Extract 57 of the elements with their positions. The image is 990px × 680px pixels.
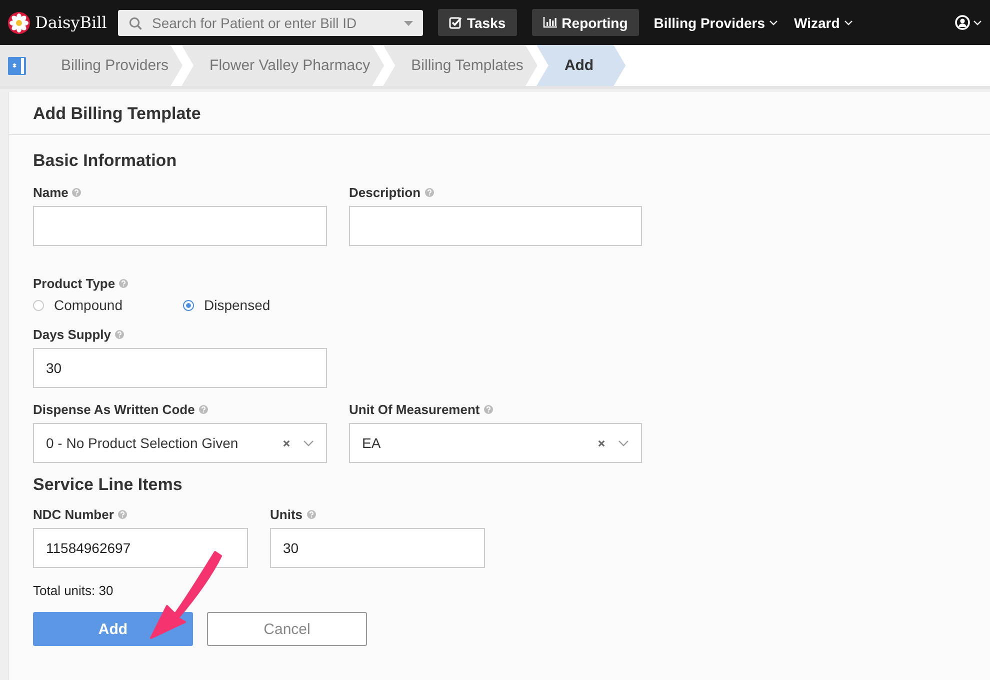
reporting-button[interactable]: Reporting: [532, 9, 639, 36]
form-title: Add Billing Template: [9, 92, 990, 135]
clear-icon[interactable]: [598, 440, 605, 446]
checkbox-icon: [449, 16, 462, 29]
chevron-down-icon[interactable]: [303, 440, 314, 446]
chevron-down-icon: [844, 20, 853, 26]
help-icon: [119, 279, 128, 288]
help-icon: [115, 330, 124, 339]
chevron-down-icon: [973, 20, 982, 26]
select-field[interactable]: 0 - No Product Selection Given: [33, 423, 327, 463]
brand-name[interactable]: DaisyBill: [35, 13, 107, 32]
days-supply-field[interactable]: 30: [33, 348, 327, 388]
field-label: Dispense As Written Code: [33, 402, 195, 417]
total-units: Total units: 30: [33, 583, 114, 598]
help-icon: [484, 405, 493, 414]
book-icon[interactable]: [7, 56, 27, 76]
select-field[interactable]: EA: [349, 423, 642, 463]
name-field[interactable]: [33, 206, 327, 246]
section-heading: Basic Information: [33, 151, 178, 171]
units-field[interactable]: 30: [270, 528, 485, 568]
help-icon: [198, 405, 208, 414]
help-icon: [424, 188, 434, 197]
field-label: NDC Number: [33, 507, 114, 522]
bar-chart-icon: [542, 17, 557, 28]
chevron-down-icon: [769, 20, 778, 26]
clear-icon[interactable]: [283, 440, 290, 446]
cancel-button[interactable]: Cancel: [207, 612, 367, 646]
field-label: Name: [33, 185, 68, 200]
radio-label[interactable]: Compound: [54, 297, 122, 313]
nav-menu[interactable]: Wizard: [794, 14, 853, 30]
description-field[interactable]: [349, 206, 642, 246]
help-icon: [118, 510, 127, 519]
help-icon: [72, 188, 82, 197]
section-heading: Service Line Items: [33, 475, 184, 495]
daisy-icon: [8, 12, 30, 34]
user-icon: [955, 15, 970, 30]
field-label: Unit Of Measurement: [349, 402, 480, 417]
breadcrumb-item[interactable]: Billing Templates: [383, 45, 538, 86]
search-icon: [129, 16, 142, 30]
ndc-field[interactable]: 11584962697: [33, 528, 248, 568]
field-label: Days Supply: [33, 327, 112, 342]
dropdown-caret-icon[interactable]: [404, 20, 413, 26]
search-field[interactable]: Search for Patient or enter Bill ID: [118, 10, 423, 36]
radio-button[interactable]: [183, 300, 194, 310]
user-menu[interactable]: [955, 15, 982, 30]
field-label: Units: [270, 507, 302, 522]
radio-button[interactable]: [33, 300, 44, 310]
chevron-down-icon[interactable]: [618, 440, 629, 446]
radio-label[interactable]: Dispensed: [204, 297, 270, 313]
breadcrumb-item[interactable]: Add: [536, 45, 626, 86]
breadcrumb-item[interactable]: Billing Providers: [33, 45, 183, 86]
help-icon: [306, 510, 316, 519]
field-label: Product Type: [33, 276, 116, 291]
breadcrumb-item[interactable]: Flower Valley Pharmacy: [182, 45, 384, 86]
field-label: Description: [349, 185, 421, 200]
nav-menu[interactable]: Billing Providers: [654, 14, 778, 30]
tasks-button[interactable]: Tasks: [438, 9, 517, 36]
